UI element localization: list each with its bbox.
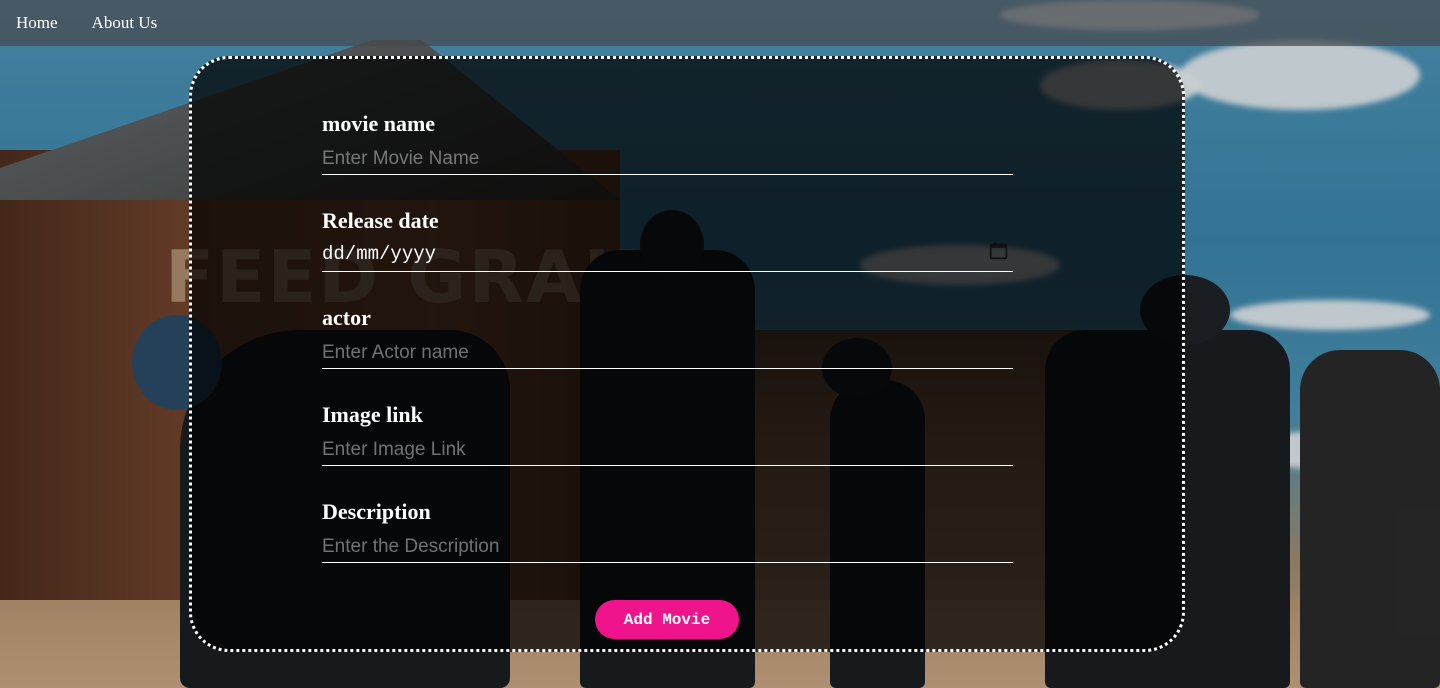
release-date-label: Release date <box>322 208 439 233</box>
movie-name-input[interactable] <box>322 143 1013 175</box>
actor-input[interactable] <box>322 337 1013 369</box>
actor-field: actor <box>322 305 1013 369</box>
release-date-placeholder: dd/mm/yyyy <box>322 243 437 265</box>
add-movie-form: movie name Release date dd/mm/yyyy actor… <box>189 56 1185 652</box>
movie-name-field: movie name <box>322 111 1013 175</box>
image-link-label: Image link <box>322 402 423 427</box>
top-navbar: Home About Us <box>0 0 1440 46</box>
nav-home-link[interactable]: Home <box>16 13 58 33</box>
release-date-field: Release date dd/mm/yyyy <box>322 208 1013 272</box>
description-field: Description <box>322 499 1013 563</box>
image-link-input[interactable] <box>322 434 1013 466</box>
description-input[interactable] <box>322 531 1013 563</box>
movie-name-label: movie name <box>322 111 436 136</box>
add-movie-button[interactable]: Add Movie <box>595 600 739 639</box>
calendar-icon[interactable] <box>988 240 1009 261</box>
image-link-field: Image link <box>322 402 1013 466</box>
release-date-input[interactable]: dd/mm/yyyy <box>322 240 1013 272</box>
nav-about-us-link[interactable]: About Us <box>92 13 158 33</box>
description-label: Description <box>322 499 431 524</box>
actor-label: actor <box>322 305 371 330</box>
